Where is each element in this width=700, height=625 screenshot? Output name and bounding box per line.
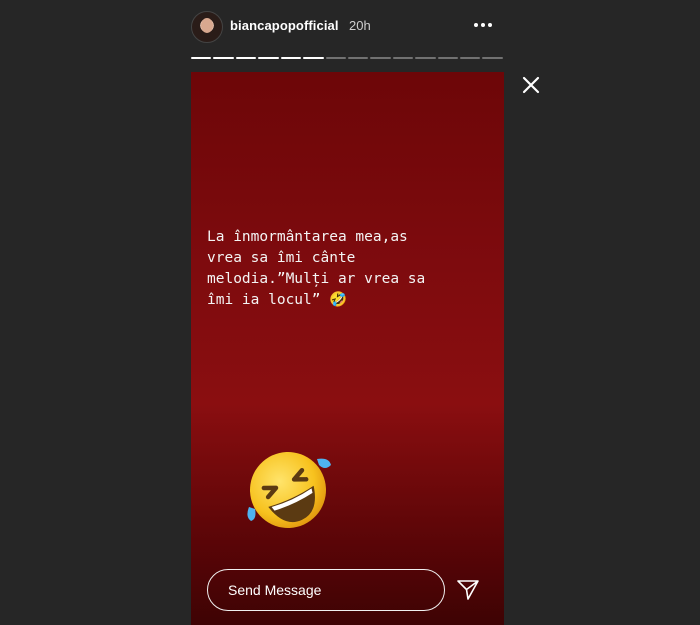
story-header: biancapopofficial 20h bbox=[191, 9, 503, 45]
username[interactable]: biancapopofficial bbox=[230, 18, 339, 33]
more-options-button[interactable] bbox=[471, 15, 495, 35]
progress-segment bbox=[191, 57, 212, 59]
more-horizontal-icon bbox=[474, 23, 492, 27]
paper-plane-icon bbox=[457, 580, 479, 600]
story-progress-bar bbox=[191, 57, 503, 60]
progress-segment bbox=[303, 57, 324, 59]
send-message-input[interactable]: Send Message bbox=[207, 569, 445, 611]
progress-segment bbox=[460, 57, 481, 59]
progress-segment bbox=[482, 57, 503, 59]
story-content[interactable]: La înmormântarea mea,as vrea sa îmi cânt… bbox=[191, 72, 504, 625]
progress-segment bbox=[325, 57, 346, 59]
progress-segment bbox=[415, 57, 436, 59]
avatar[interactable] bbox=[191, 11, 223, 43]
progress-segment bbox=[235, 57, 257, 59]
progress-segment bbox=[392, 57, 414, 59]
rolling-on-floor-laughing-emoji-icon bbox=[243, 445, 333, 535]
progress-segment bbox=[258, 57, 279, 59]
story-viewer: biancapopofficial 20h La înmormântarea m… bbox=[0, 0, 700, 625]
progress-segment bbox=[437, 57, 459, 59]
close-icon bbox=[522, 76, 540, 94]
story-text: La înmormântarea mea,as vrea sa îmi cânt… bbox=[207, 229, 426, 308]
progress-segment bbox=[280, 57, 302, 59]
progress-segment bbox=[370, 57, 391, 59]
progress-segment bbox=[213, 57, 234, 59]
close-button[interactable] bbox=[519, 73, 543, 97]
timestamp: 20h bbox=[349, 18, 371, 33]
send-button[interactable] bbox=[455, 577, 481, 603]
progress-segment bbox=[347, 57, 369, 59]
